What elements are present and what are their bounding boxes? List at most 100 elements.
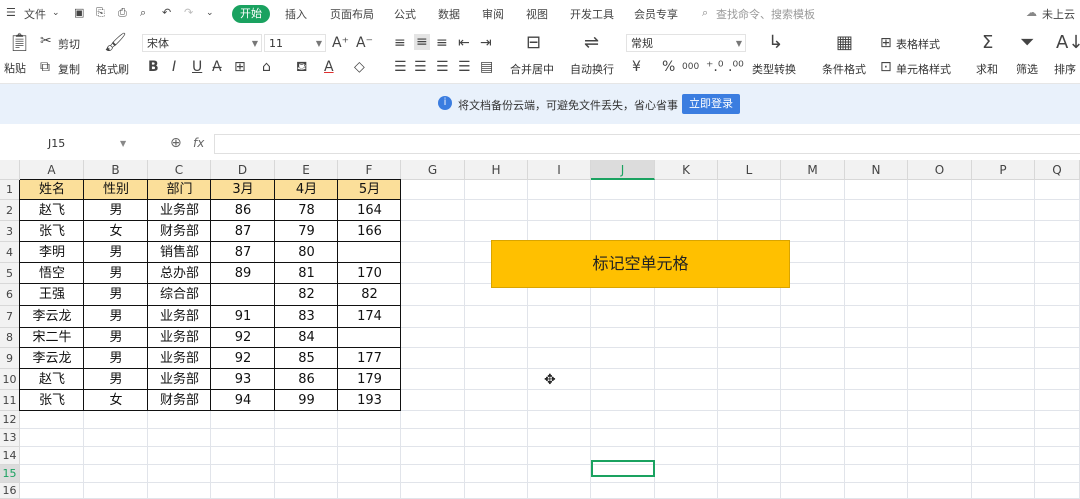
- table-cell[interactable]: 张飞: [20, 221, 84, 242]
- file-menu[interactable]: 文件: [24, 6, 46, 22]
- table-cell[interactable]: 84: [275, 328, 338, 348]
- table-cell[interactable]: 170: [338, 263, 401, 284]
- indent-increase-icon[interactable]: ⇥: [480, 36, 492, 50]
- table-cell[interactable]: 财务部: [148, 390, 211, 411]
- wrap-text-icon[interactable]: ⇌: [584, 34, 599, 52]
- table-cell[interactable]: 80: [275, 242, 338, 263]
- distribute-icon[interactable]: ▤: [480, 60, 493, 74]
- font-size-select[interactable]: 11 ▼: [264, 34, 326, 52]
- column-header-q[interactable]: Q: [1035, 160, 1080, 180]
- table-cell[interactable]: 赵飞: [20, 200, 84, 221]
- row-header-1[interactable]: 1: [0, 180, 20, 200]
- table-cell[interactable]: 91: [211, 306, 275, 328]
- search-icon[interactable]: ⌕: [702, 6, 708, 20]
- cell-style-icon[interactable]: ⊡: [880, 60, 892, 74]
- save-icon[interactable]: ▣: [74, 6, 84, 19]
- chevron-down-icon[interactable]: ▼: [120, 134, 126, 154]
- sort-icon[interactable]: A↓: [1056, 34, 1080, 52]
- row-header-7[interactable]: 7: [0, 306, 20, 328]
- table-cell[interactable]: 张飞: [20, 390, 84, 411]
- column-header-g[interactable]: G: [401, 160, 465, 180]
- tab-data[interactable]: 数据: [438, 6, 460, 22]
- fill-color-icon[interactable]: ⌂: [262, 60, 271, 74]
- column-header-a[interactable]: A: [20, 160, 84, 180]
- table-cell[interactable]: 宋二牛: [20, 328, 84, 348]
- conditional-format-icon[interactable]: ▦: [836, 34, 853, 52]
- table-cell[interactable]: 业务部: [148, 306, 211, 328]
- table-cell[interactable]: 综合部: [148, 284, 211, 306]
- sort-button[interactable]: 排序: [1054, 61, 1076, 77]
- conditional-format-button[interactable]: 条件格式: [822, 61, 866, 77]
- hamburger-menu-icon[interactable]: ☰: [6, 6, 16, 19]
- table-cell[interactable]: 81: [275, 263, 338, 284]
- row-header-14[interactable]: 14: [0, 447, 20, 465]
- wrap-text-button[interactable]: 自动换行: [570, 61, 614, 77]
- scissors-icon[interactable]: ✂: [40, 34, 52, 48]
- function-icon[interactable]: fx: [193, 136, 204, 150]
- number-format-select[interactable]: 常规 ▼: [626, 34, 746, 52]
- table-cell[interactable]: 179: [338, 369, 401, 390]
- row-header-5[interactable]: 5: [0, 263, 20, 284]
- thousands-button[interactable]: 000: [682, 60, 699, 74]
- table-cell[interactable]: 177: [338, 348, 401, 369]
- table-header-cell[interactable]: 姓名: [20, 180, 84, 200]
- table-cell[interactable]: [211, 284, 275, 306]
- table-cell[interactable]: 财务部: [148, 221, 211, 242]
- row-header-3[interactable]: 3: [0, 221, 20, 242]
- paste-icon[interactable]: 📋︎: [8, 34, 31, 52]
- table-cell[interactable]: 女: [84, 390, 148, 411]
- copy-button[interactable]: 复制: [58, 61, 80, 77]
- row-header-11[interactable]: 11: [0, 390, 20, 411]
- percent-button[interactable]: %: [662, 60, 675, 74]
- table-header-cell[interactable]: 4月: [275, 180, 338, 200]
- table-header-cell[interactable]: 部门: [148, 180, 211, 200]
- table-cell[interactable]: 78: [275, 200, 338, 221]
- sum-icon[interactable]: Σ: [982, 34, 993, 52]
- table-cell[interactable]: 悟空: [20, 263, 84, 284]
- format-painter-button[interactable]: 格式刷: [96, 61, 129, 77]
- table-cell[interactable]: [338, 328, 401, 348]
- column-header-k[interactable]: K: [655, 160, 718, 180]
- column-header-i[interactable]: I: [528, 160, 591, 180]
- table-cell[interactable]: 男: [84, 369, 148, 390]
- italic-button[interactable]: I: [172, 60, 176, 74]
- paste-button[interactable]: 粘贴: [4, 60, 26, 76]
- align-center-icon[interactable]: ☰: [414, 60, 427, 74]
- merge-center-button[interactable]: 合并居中: [510, 61, 554, 77]
- table-cell[interactable]: 87: [211, 242, 275, 263]
- border-icon[interactable]: ⊞: [234, 60, 246, 74]
- active-cell-j15[interactable]: [591, 460, 655, 477]
- table-style-icon[interactable]: ⊞: [880, 36, 892, 50]
- tab-review[interactable]: 审阅: [482, 6, 504, 22]
- row-header-6[interactable]: 6: [0, 284, 20, 306]
- font-color-icon[interactable]: A: [324, 60, 334, 74]
- row-header-13[interactable]: 13: [0, 429, 20, 447]
- table-cell[interactable]: 86: [211, 200, 275, 221]
- table-cell[interactable]: 业务部: [148, 328, 211, 348]
- strikethrough-icon[interactable]: A̶: [212, 60, 222, 74]
- sum-button[interactable]: 求和: [976, 61, 998, 77]
- redo-icon[interactable]: ↷: [184, 6, 193, 19]
- table-cell[interactable]: 女: [84, 221, 148, 242]
- column-header-d[interactable]: D: [211, 160, 275, 180]
- chevron-down-icon[interactable]: ⌄: [206, 8, 214, 18]
- table-cell[interactable]: 174: [338, 306, 401, 328]
- row-header-12[interactable]: 12: [0, 411, 20, 429]
- column-header-l[interactable]: L: [718, 160, 781, 180]
- spreadsheet-grid[interactable]: ABCDEFGHIJKLMNOPQ 1 2 3 4 5 6 7 8 9 10 11 12 13 14 15 1…: [0, 160, 1080, 499]
- table-cell[interactable]: 男: [84, 348, 148, 369]
- filter-icon[interactable]: ⏷: [1020, 34, 1034, 52]
- table-cell[interactable]: 业务部: [148, 348, 211, 369]
- font-name-select[interactable]: 宋体 ▼: [142, 34, 262, 52]
- table-cell[interactable]: 男: [84, 284, 148, 306]
- underline-button[interactable]: U: [192, 60, 202, 74]
- copy-icon[interactable]: ⧉: [40, 60, 50, 74]
- column-header-h[interactable]: H: [465, 160, 528, 180]
- clear-format-icon[interactable]: ◇: [354, 60, 365, 74]
- table-cell[interactable]: 业务部: [148, 369, 211, 390]
- table-cell[interactable]: 86: [275, 369, 338, 390]
- type-convert-icon[interactable]: ↳: [768, 34, 783, 52]
- align-bottom-icon[interactable]: ≡: [436, 36, 448, 50]
- row-header-8[interactable]: 8: [0, 328, 20, 348]
- type-convert-button[interactable]: 类型转换: [752, 61, 796, 77]
